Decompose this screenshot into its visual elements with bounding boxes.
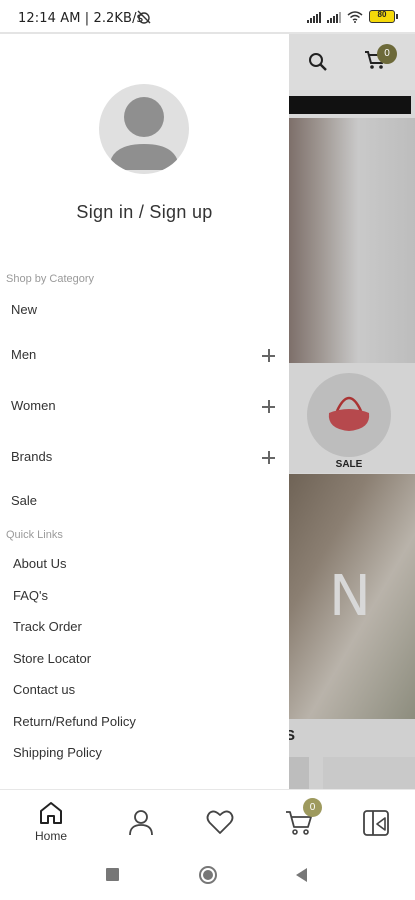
quick-link-shipping-policy[interactable]: Shipping Policy <box>0 739 289 767</box>
sign-in-link[interactable]: Sign in / Sign up <box>0 202 289 223</box>
cart-count-badge: 0 <box>303 798 322 817</box>
quick-link-label: About Us <box>13 556 67 571</box>
background-header: 0 <box>289 34 415 90</box>
status-time: 12:14 AM | 2.2KB/s <box>18 11 144 26</box>
category-label: Sale <box>11 493 38 508</box>
category-item-sale[interactable]: Sale <box>0 484 289 520</box>
background-model-image: N <box>289 474 415 719</box>
quick-link-return-refund-policy[interactable]: Return/Refund Policy <box>0 708 289 736</box>
back-icon[interactable] <box>296 868 307 882</box>
quick-link-label: Return/Refund Policy <box>13 714 136 729</box>
category-item-new[interactable]: New <box>0 293 289 329</box>
navigation-drawer: Sign in / Sign up Shop by Category New M… <box>0 34 289 789</box>
background-banner <box>289 96 411 114</box>
quick-link-label: Contact us <box>13 682 76 697</box>
background-product-strip: S <box>289 719 415 789</box>
quick-link-label: FAQ's <box>13 588 48 603</box>
quick-link-label: Shipping Policy <box>13 745 102 760</box>
nav-wishlist-button[interactable] <box>190 790 250 850</box>
nav-home-label: Home <box>34 829 67 843</box>
quick-link-about-us[interactable]: About Us <box>0 550 289 578</box>
battery-level: 80 <box>377 10 387 19</box>
user-avatar-icon <box>109 97 179 170</box>
background-strip-text: S <box>289 727 296 744</box>
recent-apps-icon[interactable] <box>106 868 119 881</box>
background-app[interactable]: 0 SALE N S <box>289 34 415 789</box>
search-icon <box>309 53 327 71</box>
status-icons: 80 <box>307 10 398 23</box>
home-system-icon[interactable] <box>199 866 217 884</box>
category-label: Brands <box>11 449 53 464</box>
quick-link-track-order[interactable]: Track Order <box>0 613 289 641</box>
category-item-men[interactable]: Men <box>0 338 289 374</box>
user-icon <box>129 810 153 836</box>
background-hero-image <box>289 118 415 363</box>
quick-link-contact-us[interactable]: Contact us <box>0 676 289 704</box>
signal-icon <box>307 11 321 23</box>
background-category-strip: SALE <box>289 363 415 473</box>
category-label: Women <box>11 398 56 413</box>
signal-icon-2 <box>327 11 341 23</box>
nav-home-button[interactable]: Home <box>21 790 81 850</box>
category-item-women[interactable]: Women <box>0 389 289 425</box>
menu-grid-icon <box>363 810 389 836</box>
background-hero-letters: N <box>329 564 377 629</box>
quick-links-label: Quick Links <box>6 529 63 541</box>
quick-link-label: Store Locator <box>13 651 92 666</box>
category-item-brands[interactable]: Brands <box>0 440 289 476</box>
shop-by-category-label: Shop by Category <box>6 273 95 285</box>
handbag-icon <box>328 396 370 431</box>
background-product-tile <box>289 757 309 789</box>
expand-plus-icon[interactable] <box>261 399 277 415</box>
heart-icon <box>206 810 234 834</box>
bottom-navigation: Home 0 <box>0 789 415 851</box>
quick-link-store-locator[interactable]: Store Locator <box>0 645 289 673</box>
quick-link-label: Track Order <box>13 619 82 634</box>
battery-icon: 80 <box>369 10 398 23</box>
category-label: Men <box>11 347 37 362</box>
nav-cart-button[interactable] <box>268 790 328 850</box>
avatar[interactable] <box>99 84 189 174</box>
system-navigation-bar <box>0 851 415 900</box>
sale-label: SALE <box>335 459 363 470</box>
expand-plus-icon[interactable] <box>261 450 277 466</box>
background-product-tile <box>323 757 415 789</box>
quick-link-faqs[interactable]: FAQ's <box>0 582 289 610</box>
nav-account-button[interactable] <box>111 790 171 850</box>
alarm-off-icon <box>137 10 151 24</box>
nav-more-button[interactable] <box>345 790 405 850</box>
background-cart-badge: 0 <box>377 44 397 64</box>
status-bar: 12:14 AM | 2.2KB/s 80 <box>0 0 415 34</box>
home-icon <box>40 802 62 824</box>
wifi-icon <box>347 10 363 23</box>
expand-plus-icon[interactable] <box>261 348 277 364</box>
category-label: New <box>11 302 38 317</box>
